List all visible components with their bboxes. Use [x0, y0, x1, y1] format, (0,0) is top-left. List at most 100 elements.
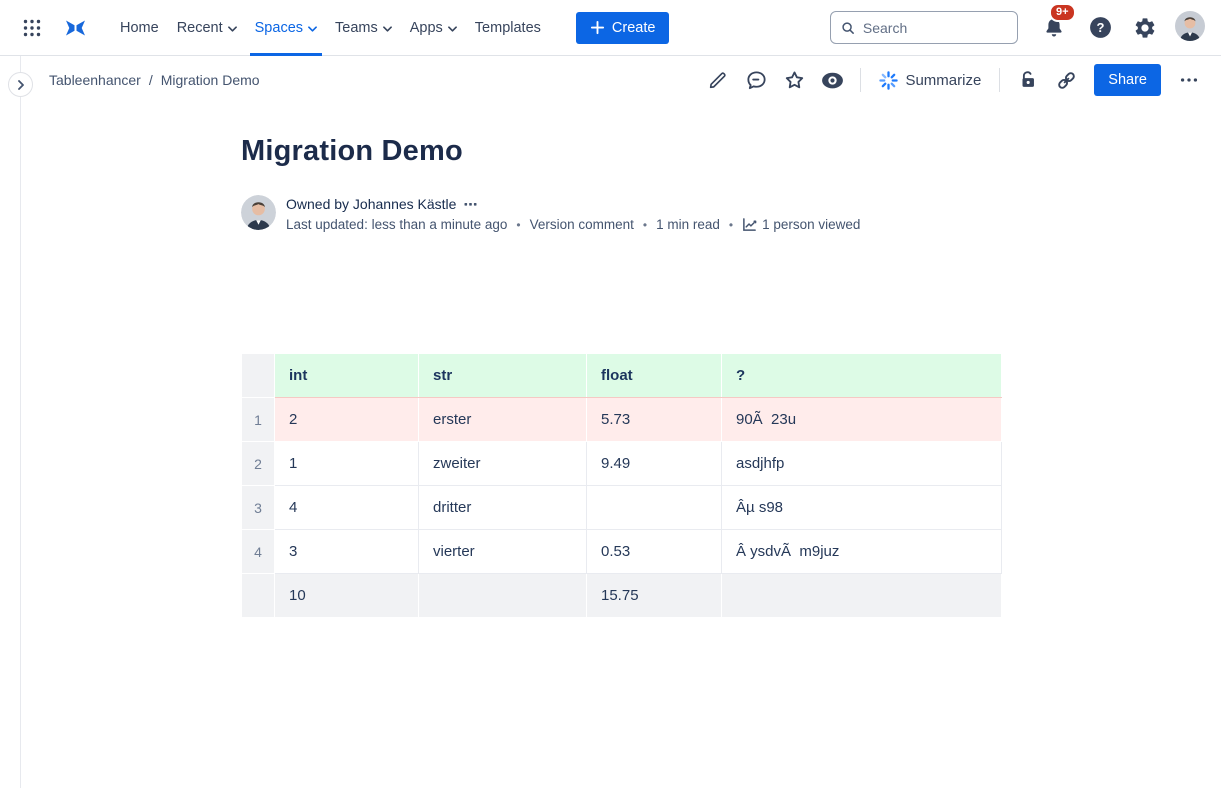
- nav-teams-label: Teams: [335, 20, 378, 36]
- corner-cell: [242, 354, 275, 398]
- chevron-down-icon: [228, 26, 237, 32]
- table-cell: vierter: [419, 530, 587, 574]
- restrictions-button[interactable]: [1012, 64, 1044, 96]
- table-row: 3 4 dritter Âµ s98: [242, 486, 1002, 530]
- page-content: Migration Demo: [241, 135, 1001, 618]
- byline-more-icon[interactable]: [464, 197, 478, 211]
- column-header: ?: [722, 354, 1002, 398]
- byline-text: Owned by Johannes Kästle Last updated: l…: [286, 195, 860, 232]
- breadcrumb: Tableenhancer / Migration Demo: [49, 72, 260, 88]
- table-cell: dritter: [419, 486, 587, 530]
- analytics-viewed[interactable]: 1 person viewed: [742, 217, 860, 232]
- table-cell: Âµ s98: [722, 486, 1002, 530]
- star-icon: [783, 69, 806, 92]
- ai-sparkle-icon: [879, 71, 898, 90]
- table-cell: [587, 486, 722, 530]
- edit-button[interactable]: [702, 64, 734, 96]
- column-header: str: [419, 354, 587, 398]
- star-button[interactable]: [778, 64, 810, 96]
- page-actions: Summarize: [702, 64, 1205, 96]
- table-cell: erster: [419, 398, 587, 442]
- page-meta: Last updated: less than a minute ago • V…: [286, 217, 860, 232]
- settings-button[interactable]: [1129, 12, 1161, 44]
- user-avatar[interactable]: [1175, 11, 1205, 44]
- owner-link[interactable]: Owned by Johannes Kästle: [286, 196, 456, 212]
- footer-cell: [722, 574, 1002, 618]
- search-input[interactable]: [863, 20, 1007, 36]
- row-number: [242, 574, 275, 618]
- nav-apps-label: Apps: [410, 20, 443, 36]
- app-switcher-button[interactable]: [18, 14, 46, 42]
- svg-text:?: ?: [1097, 20, 1105, 35]
- analytics-trend-icon: [742, 217, 757, 232]
- table-cell: 9.49: [587, 442, 722, 486]
- table-footer-row: 10 15.75: [242, 574, 1002, 618]
- chevron-right-icon: [16, 80, 26, 90]
- data-table: int str float ? 1 2 erster 5.73 90Ã 23u: [241, 353, 1002, 618]
- link-icon: [1055, 69, 1078, 92]
- table-cell: 3: [275, 530, 419, 574]
- nav-home[interactable]: Home: [111, 0, 168, 56]
- chevron-down-icon: [448, 26, 457, 32]
- meta-separator: •: [516, 218, 520, 232]
- table-cell: 90Ã 23u: [722, 398, 1002, 442]
- nav-recent[interactable]: Recent: [168, 0, 246, 56]
- top-navigation: Home Recent Spaces Teams Apps Templates: [0, 0, 1221, 56]
- owner-avatar[interactable]: [241, 195, 276, 230]
- share-button[interactable]: Share: [1094, 64, 1161, 96]
- gear-icon: [1133, 16, 1157, 40]
- unlock-icon: [1017, 69, 1039, 91]
- nav-apps[interactable]: Apps: [401, 0, 466, 56]
- notifications-badge: 9+: [1049, 3, 1076, 22]
- table-cell: 2: [275, 398, 419, 442]
- search-box[interactable]: [830, 11, 1018, 44]
- read-time: 1 min read: [656, 217, 720, 232]
- watch-button[interactable]: [816, 64, 848, 96]
- table-cell: 5.73: [587, 398, 722, 442]
- table-cell: 1: [275, 442, 419, 486]
- table-wrapper: int str float ? 1 2 erster 5.73 90Ã 23u: [241, 353, 1001, 618]
- confluence-app: Home Recent Spaces Teams Apps Templates: [0, 0, 1221, 799]
- row-number: 3: [242, 486, 275, 530]
- nav-templates[interactable]: Templates: [466, 0, 550, 56]
- meta-separator: •: [729, 218, 733, 232]
- topnav-right: 9+ ?: [830, 11, 1205, 44]
- table-row: 2 1 zweiter 9.49 asdjhfp: [242, 442, 1002, 486]
- comment-button[interactable]: [740, 64, 772, 96]
- nav-recent-label: Recent: [177, 20, 223, 36]
- table-row: 1 2 erster 5.73 90Ã 23u: [242, 398, 1002, 442]
- page-title: Migration Demo: [241, 135, 1001, 168]
- notifications-wrap: 9+: [1038, 12, 1070, 44]
- plus-icon: [590, 20, 605, 35]
- confluence-logo[interactable]: [58, 12, 93, 44]
- nav-home-label: Home: [120, 20, 159, 36]
- pencil-icon: [707, 69, 729, 91]
- create-button[interactable]: Create: [576, 12, 670, 44]
- nav-spaces-label: Spaces: [255, 20, 303, 36]
- help-button[interactable]: ?: [1084, 11, 1117, 44]
- more-actions-button[interactable]: [1173, 64, 1205, 96]
- version-comment-link[interactable]: Version comment: [530, 217, 634, 232]
- summarize-button[interactable]: Summarize: [873, 67, 987, 94]
- table-cell: Â ysdvÃ m9juz: [722, 530, 1002, 574]
- create-button-label: Create: [612, 20, 656, 36]
- eye-icon: [820, 68, 845, 93]
- table-cell: 0.53: [587, 530, 722, 574]
- breadcrumb-separator: /: [149, 72, 153, 88]
- nav-spaces[interactable]: Spaces: [246, 0, 326, 56]
- user-avatar-image: [1175, 11, 1205, 41]
- nav-teams[interactable]: Teams: [326, 0, 401, 56]
- expand-sidebar-button[interactable]: [8, 72, 33, 97]
- table-header-row: int str float ?: [242, 354, 1002, 398]
- column-header: int: [275, 354, 419, 398]
- copy-link-button[interactable]: [1050, 64, 1082, 96]
- meta-separator: •: [643, 218, 647, 232]
- actions-divider: [860, 68, 861, 92]
- breadcrumb-page-link[interactable]: Migration Demo: [161, 72, 260, 88]
- breadcrumb-space-link[interactable]: Tableenhancer: [49, 72, 141, 88]
- chevron-down-icon: [383, 26, 392, 32]
- summarize-label: Summarize: [905, 72, 981, 89]
- primary-nav: Home Recent Spaces Teams Apps Templates: [111, 0, 550, 56]
- viewed-count: 1 person viewed: [762, 217, 860, 232]
- footer-cell: 15.75: [587, 574, 722, 618]
